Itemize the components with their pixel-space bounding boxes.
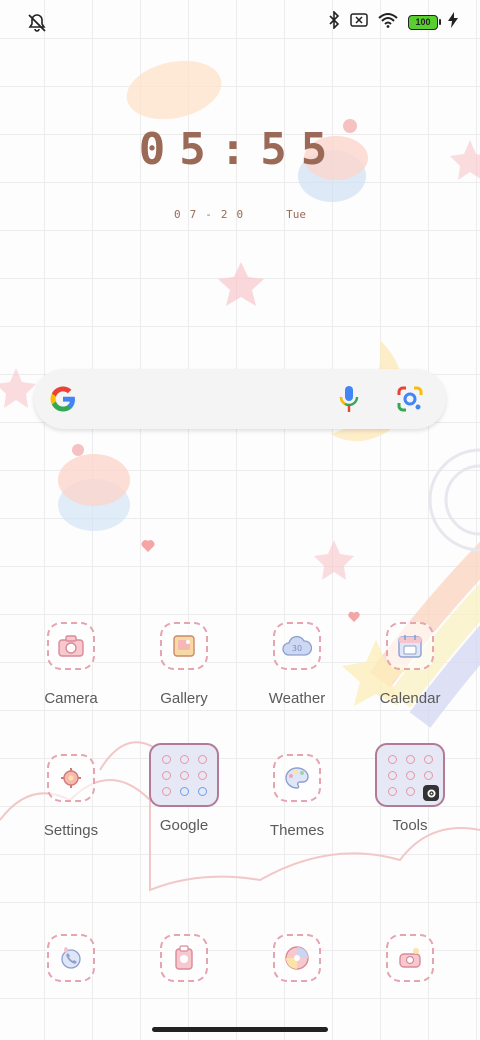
home-indicator[interactable] (152, 1027, 328, 1032)
app-label: Weather (268, 690, 326, 707)
clock-weekday: Tue (286, 208, 306, 221)
microphone-icon[interactable] (338, 385, 360, 418)
folder-google[interactable]: Google (134, 743, 234, 834)
clock-date: 07-20 (174, 208, 253, 221)
bluetooth-icon (328, 9, 340, 34)
themes-palette-icon (273, 754, 321, 802)
app-gallery[interactable]: Gallery (134, 622, 234, 707)
app-label: Camera (44, 690, 98, 707)
google-logo-icon (48, 384, 78, 419)
browser-icon (273, 934, 321, 982)
app-label: Themes (269, 822, 325, 839)
app-weather[interactable]: 30 Weather (247, 622, 347, 707)
wifi-icon (378, 12, 398, 33)
app-label: Google (159, 817, 209, 834)
weather-cloud-icon: 30 (273, 622, 321, 670)
dock-app-2[interactable] (134, 934, 234, 982)
camera-2-icon (386, 934, 434, 982)
phone-icon (47, 934, 95, 982)
app-settings[interactable]: Settings (21, 754, 121, 839)
calendar-icon (386, 622, 434, 670)
google-folder-icon (149, 743, 219, 807)
google-lens-icon[interactable] (396, 385, 424, 418)
folder-tools[interactable]: Tools (360, 743, 460, 834)
settings-badge-icon (423, 785, 439, 801)
app-themes[interactable]: Themes (247, 754, 347, 839)
dock-app-4[interactable] (360, 934, 460, 982)
app-label: Calendar (379, 690, 441, 707)
clock-date-row: 07-20 Tue (0, 208, 480, 221)
charging-bolt-icon (448, 11, 458, 33)
messages-icon (160, 934, 208, 982)
dock-app-3[interactable] (247, 934, 347, 982)
tools-folder-icon (375, 743, 445, 807)
notifications-off-icon (26, 12, 48, 34)
gallery-icon (160, 622, 208, 670)
app-label: Gallery (160, 690, 208, 707)
status-bar: 100 (0, 0, 480, 44)
app-label: Settings (43, 822, 99, 839)
clock-time[interactable]: 05:55 (0, 124, 480, 175)
settings-icon (47, 754, 95, 802)
camera-icon (47, 622, 95, 670)
app-label: Tools (392, 817, 428, 834)
battery-icon: 100 (408, 14, 441, 30)
no-sim-icon (350, 12, 368, 32)
google-search-bar[interactable] (34, 369, 446, 429)
dock-app-1[interactable] (21, 934, 121, 982)
app-camera[interactable]: Camera (21, 622, 121, 707)
app-calendar[interactable]: Calendar (360, 622, 460, 707)
weather-badge: 30 (292, 644, 302, 653)
